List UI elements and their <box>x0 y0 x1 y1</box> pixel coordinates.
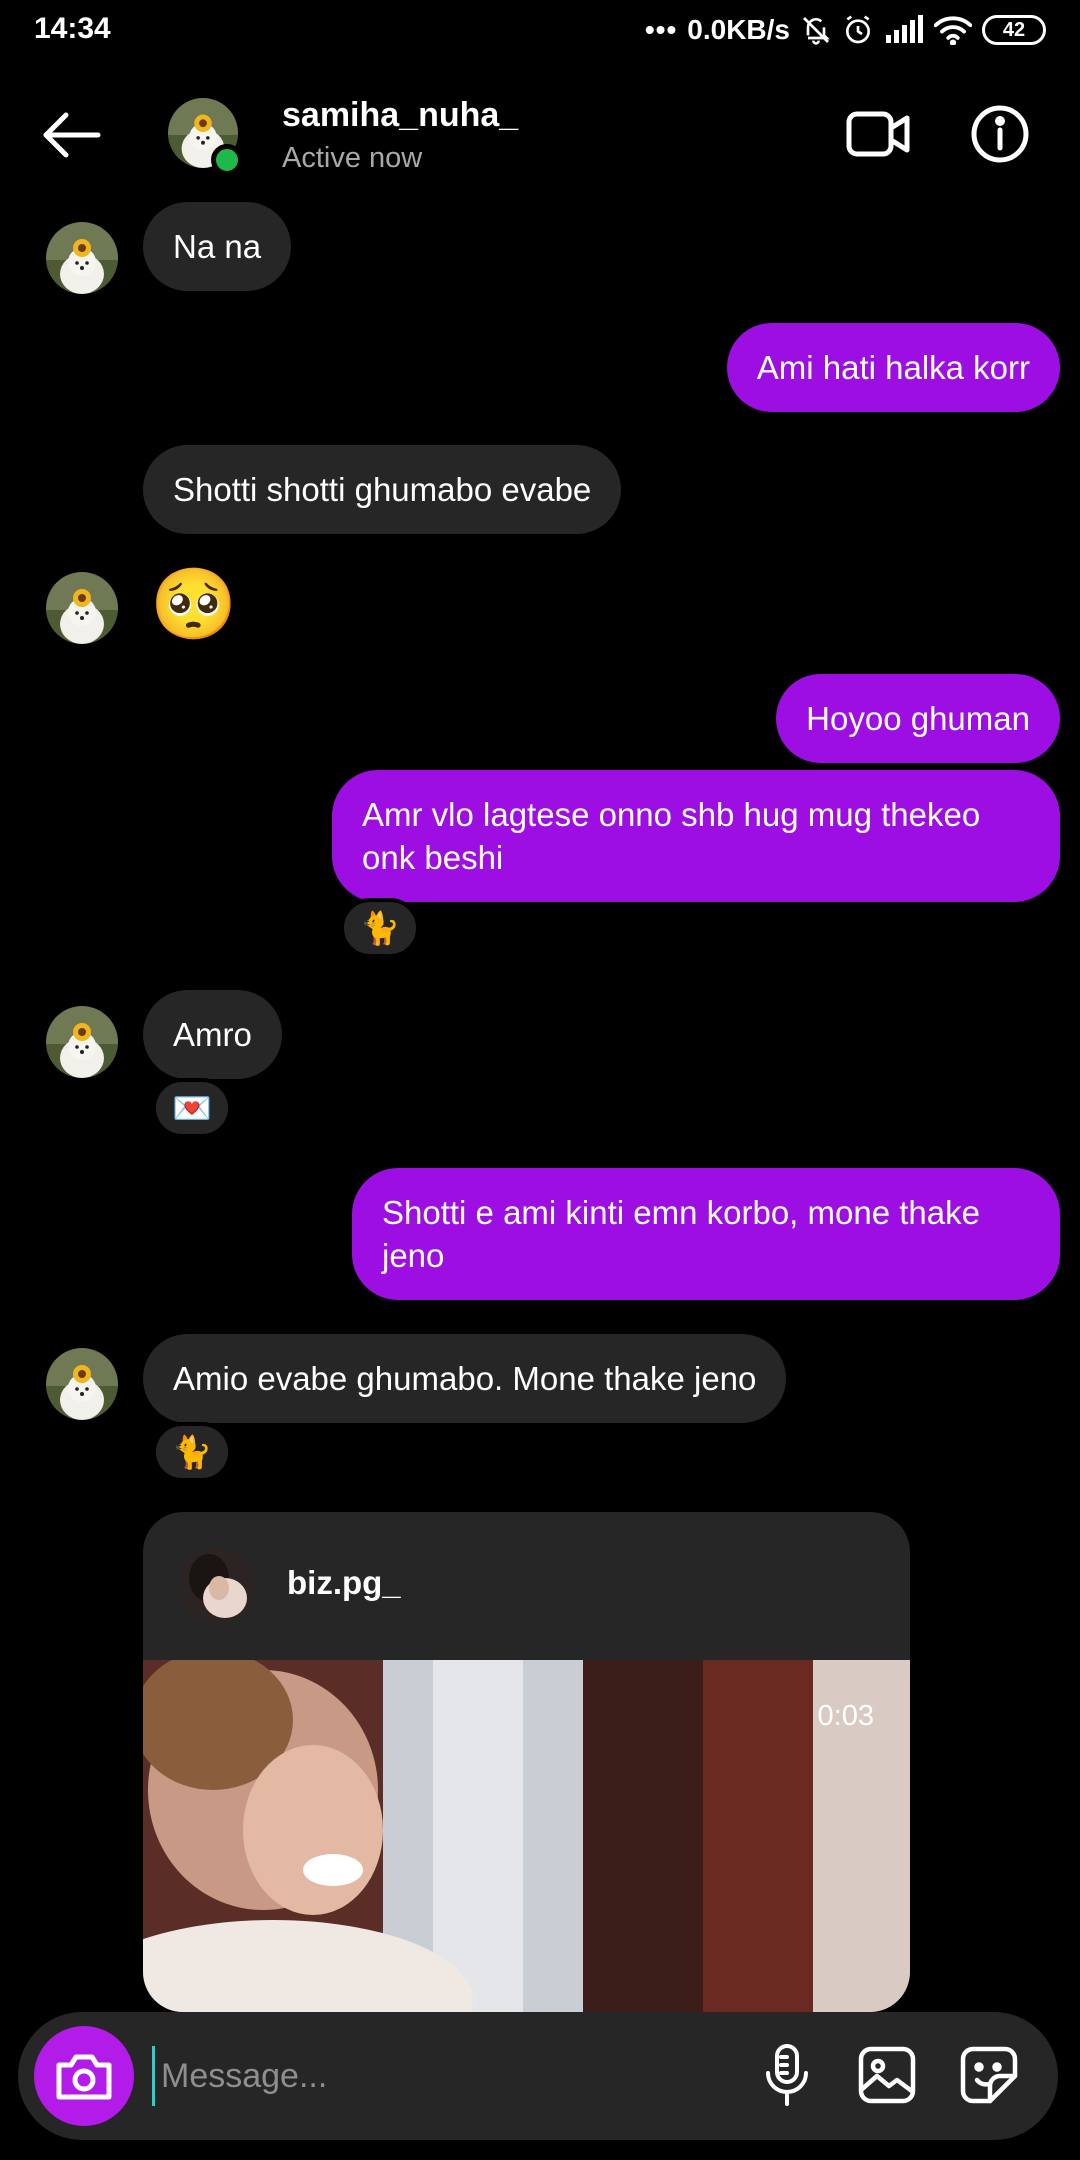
contact-activity-status: Active now <box>282 142 423 174</box>
status-dots: ••• <box>644 14 678 45</box>
back-arrow-icon[interactable] <box>40 110 102 160</box>
message-reaction[interactable]: 🐈 <box>340 898 420 958</box>
microphone-icon <box>766 2044 808 2106</box>
net-speed: 0.0KB/s <box>687 14 790 45</box>
message-input[interactable] <box>152 2046 732 2106</box>
gallery-button[interactable] <box>854 2042 920 2108</box>
chat-header: samiha_nuha_ Active now <box>0 62 1080 212</box>
incoming-message[interactable]: Na na <box>143 202 292 291</box>
outgoing-message[interactable]: Amr vlo lagtese onno shb hug mug thekeo … <box>332 770 1060 902</box>
alarm-icon <box>846 15 870 44</box>
incoming-message[interactable]: Amio evabe ghumabo. Mone thake jeno <box>143 1334 787 1423</box>
outgoing-message[interactable]: Ami hati halka korr <box>726 323 1060 412</box>
voice-message-button[interactable] <box>754 2042 820 2108</box>
post-author-avatar[interactable] <box>179 1548 255 1624</box>
sender-avatar[interactable] <box>46 1348 118 1420</box>
status-time: 14:34 <box>34 12 111 45</box>
avatar-image <box>46 1348 118 1420</box>
battery-level: 42 <box>1002 18 1026 41</box>
message-composer <box>18 2012 1058 2140</box>
post-video-thumbnail[interactable]: 0:03 <box>143 1660 910 2012</box>
post-author-username[interactable]: biz.pg_ <box>287 1564 401 1602</box>
post-avatar-image <box>179 1548 255 1624</box>
sticker-icon <box>960 2046 1018 2104</box>
video-call-icon[interactable] <box>846 106 910 162</box>
video-frame <box>143 1660 910 2012</box>
avatar-image <box>46 1006 118 1078</box>
info-icon[interactable] <box>970 104 1030 164</box>
message-reaction[interactable]: 💌 <box>152 1078 232 1138</box>
contact-username[interactable]: samiha_nuha_ <box>282 96 518 135</box>
avatar-image <box>46 222 118 294</box>
shared-post[interactable]: biz.pg_ 0:03 <box>143 1512 910 2012</box>
message-reaction[interactable]: 🐈 <box>152 1422 232 1482</box>
signal-icon <box>886 15 923 43</box>
sticker-button[interactable] <box>956 2042 1022 2108</box>
status-icons: ••• 0.0KB/s 42 <box>645 10 1046 50</box>
video-duration: 0:03 <box>817 1700 874 1732</box>
wifi-icon <box>934 16 972 45</box>
shared-post-header[interactable]: biz.pg_ <box>143 1512 910 1660</box>
sender-avatar[interactable] <box>46 572 118 644</box>
outgoing-message[interactable]: Hoyoo ghuman <box>776 674 1060 763</box>
gallery-icon <box>858 2046 916 2104</box>
mute-icon <box>803 17 830 45</box>
battery-indicator: 42 <box>982 15 1046 45</box>
incoming-message[interactable]: Shotti shotti ghumabo evabe <box>143 445 622 534</box>
online-status-dot <box>211 144 243 176</box>
avatar-image <box>46 572 118 644</box>
status-bar: 14:34 ••• 0.0KB/s 42 <box>0 0 1080 62</box>
sender-avatar[interactable] <box>46 222 118 294</box>
outgoing-message[interactable]: Shotti e ami kinti emn korbo, mone thake… <box>352 1168 1060 1300</box>
camera-button[interactable] <box>34 2026 134 2126</box>
camera-icon <box>56 2054 112 2100</box>
emoji-message[interactable]: 🥺 <box>150 564 237 644</box>
sender-avatar[interactable] <box>46 1006 118 1078</box>
incoming-message[interactable]: Amro <box>143 990 282 1079</box>
